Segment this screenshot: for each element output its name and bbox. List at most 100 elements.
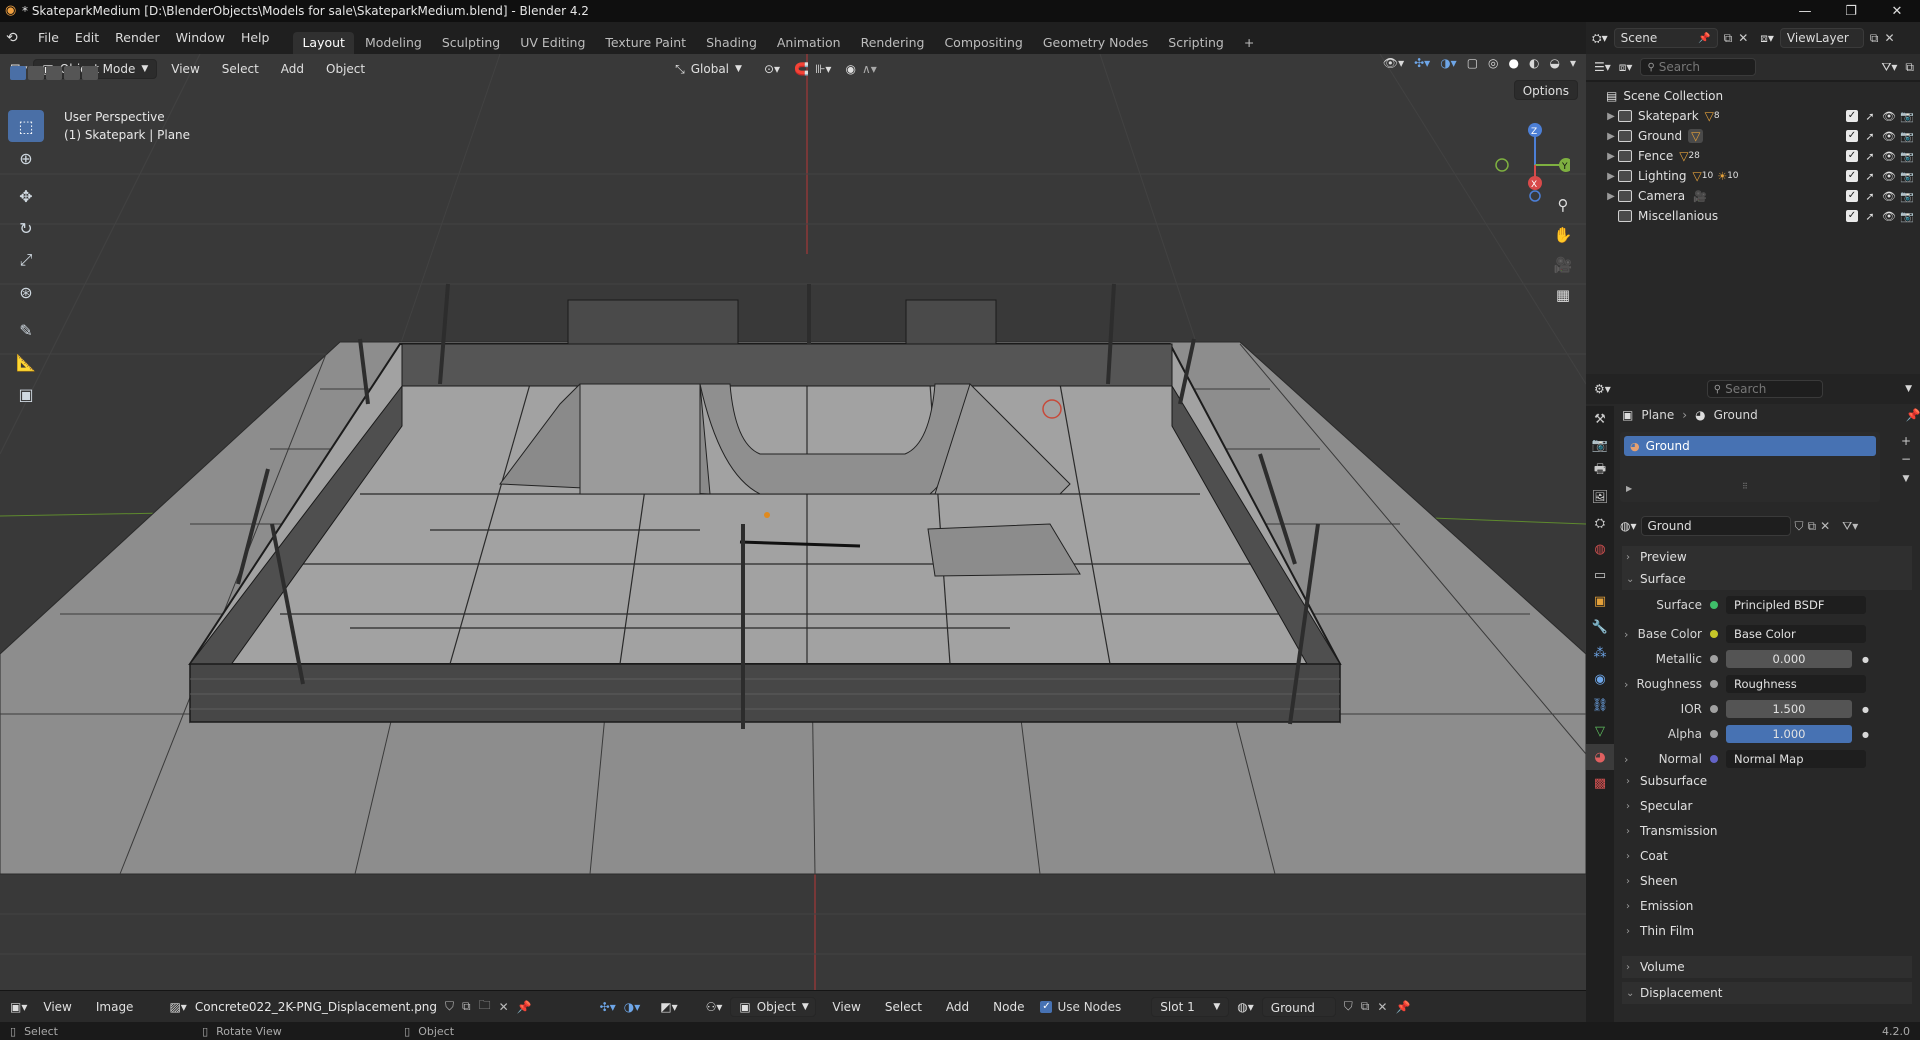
tab-rendering[interactable]: Rendering [852, 32, 934, 54]
3d-viewport[interactable]: ⊞▾ ▣ Object Mode ▼ View Select Add Objec… [0, 54, 1586, 990]
pin-icon[interactable]: 📌 [517, 1000, 532, 1014]
tab-compositing[interactable]: Compositing [935, 32, 1031, 54]
outliner-type-icon[interactable]: ☰▾ [1594, 60, 1611, 74]
tab-modeling[interactable]: Modeling [356, 32, 431, 54]
data-tab-icon[interactable]: ▽ [1586, 718, 1614, 744]
tab-geometry-nodes[interactable]: Geometry Nodes [1034, 32, 1157, 54]
menu-file[interactable]: File [30, 27, 67, 49]
duplicate-image-icon[interactable]: ⧉ [462, 999, 471, 1014]
slot-dropdown[interactable]: Slot 1 ▼ [1151, 996, 1230, 1017]
annotate-tool-icon[interactable]: ✎ [8, 314, 44, 346]
render-camera-icon[interactable]: 📷 [1900, 170, 1914, 183]
material-duplicate-icon[interactable]: ⧉ [1361, 999, 1370, 1014]
scene-icon[interactable]: ⛭▾ [1592, 31, 1608, 46]
subpanel-coat[interactable]: › Coat [1622, 849, 1668, 863]
slot-menu-icon[interactable]: ▼ [1896, 470, 1916, 492]
selectable-arrow-icon[interactable]: ➚ [1864, 190, 1876, 203]
add-cube-tool-icon[interactable]: ▣ [8, 378, 44, 410]
browse-material-icon[interactable]: ◍▾ [1620, 519, 1637, 533]
selectable-arrow-icon[interactable]: ➚ [1864, 130, 1876, 143]
tab-scripting[interactable]: Scripting [1159, 32, 1233, 54]
rendered-shading-icon[interactable]: ◒ [1549, 56, 1559, 70]
proportional-edit-icon[interactable]: ◉ [845, 62, 855, 76]
collection-tab-icon[interactable]: ▭ [1586, 562, 1614, 588]
outliner-search-field[interactable]: ⚲ Search [1640, 58, 1757, 76]
panel-displacement[interactable]: ⌄ Displacement [1622, 982, 1912, 1004]
fake-user-shield-icon[interactable]: ⛉ [1795, 519, 1804, 534]
view-layer-tab-icon[interactable]: 🖼 [1586, 484, 1614, 510]
base-color-field[interactable]: Base Color [1726, 625, 1866, 643]
navigation-gizmo[interactable]: Z Y X [1480, 112, 1570, 202]
rotate-tool-icon[interactable]: ↻ [8, 212, 44, 244]
expand-chevron-icon[interactable]: ▶ [1604, 151, 1618, 162]
visibility-eye-icon[interactable]: 👁 [1882, 210, 1896, 223]
fake-user-shield-icon[interactable]: ⛉ [445, 999, 454, 1014]
menu-help[interactable]: Help [233, 27, 278, 49]
material-fake-user-icon[interactable]: ⛉ [1344, 999, 1353, 1014]
overlay-icon[interactable]: ◑▾ [624, 1000, 641, 1014]
ior-slider[interactable]: 1.500 [1726, 700, 1852, 718]
node-menu-select[interactable]: Select [877, 997, 930, 1017]
falloff-icon[interactable]: ∧▾ [862, 62, 877, 76]
select-invert-icon[interactable] [64, 66, 80, 80]
include-checkbox[interactable]: ✓ [1846, 150, 1858, 162]
render-tab-icon[interactable]: 📷 [1586, 432, 1614, 458]
new-view-layer-icon[interactable]: ⧉ [1870, 31, 1879, 46]
tab-sculpting[interactable]: Sculpting [433, 32, 509, 54]
expand-chevron-icon[interactable]: › [1614, 678, 1634, 691]
material-pin-icon[interactable]: 📌 [1395, 1000, 1410, 1014]
menu-window[interactable]: Window [168, 27, 233, 49]
zoom-icon[interactable]: ⚲ [1550, 196, 1576, 226]
material-name-input[interactable]: Ground [1640, 516, 1791, 536]
use-nodes-checkbox[interactable]: ✓ Use Nodes [1040, 1000, 1121, 1014]
expand-chevron-icon[interactable]: › [1614, 753, 1634, 766]
solid-shading-icon[interactable]: ● [1509, 56, 1519, 70]
display-channel-icon[interactable]: ◩▾ [660, 1000, 677, 1014]
options-button[interactable]: Options [1513, 80, 1578, 100]
outliner-item-skatepark[interactable]: ▶ Skatepark ▽ 8 ✓ ➚ 👁 📷 [1586, 106, 1920, 126]
tab-shading[interactable]: Shading [697, 32, 766, 54]
new-collection-icon[interactable]: ⧉ [1905, 60, 1914, 75]
pivot-icon[interactable]: ⊙▾ [764, 62, 780, 76]
image-menu-view[interactable]: View [35, 997, 79, 1017]
transform-orientation-dropdown[interactable]: ⤡ Global ▼ [667, 59, 750, 79]
material-browse-icon[interactable]: ◍▾ [1237, 1000, 1254, 1014]
snap-icon[interactable]: 🧲 [794, 62, 809, 76]
surface-shader-field[interactable]: Principled BSDF [1726, 596, 1866, 614]
outliner-item-ground[interactable]: ▶ Ground ▽ ✓ ➚ 👁 📷 [1586, 126, 1920, 146]
subpanel-emission[interactable]: › Emission [1622, 899, 1693, 913]
select-box-icon[interactable] [10, 66, 26, 80]
expand-chevron-icon[interactable]: ▶ [1604, 171, 1618, 182]
selectable-arrow-icon[interactable]: ➚ [1864, 210, 1876, 223]
outliner-item-miscellanious[interactable]: Miscellanious ✓ ➚ 👁 📷 [1586, 206, 1920, 226]
panel-preview[interactable]: › Preview [1622, 546, 1912, 568]
visibility-eye-icon[interactable]: 👁 [1882, 150, 1896, 163]
display-mode-icon[interactable]: ⧈▾ [1619, 60, 1633, 75]
tab-texture-paint[interactable]: Texture Paint [596, 32, 695, 54]
menu-edit[interactable]: Edit [67, 27, 107, 49]
filter-icon[interactable]: ⛛▾ [1881, 60, 1897, 75]
scale-tool-icon[interactable]: ⤢ [8, 244, 44, 276]
perspective-toggle-icon[interactable]: ▦ [1550, 286, 1576, 316]
include-checkbox[interactable]: ✓ [1846, 130, 1858, 142]
material-slot-item[interactable]: ◕ Ground [1624, 436, 1876, 456]
new-scene-icon[interactable]: ⧉ [1724, 31, 1733, 46]
select-tool-icon[interactable]: ⬚ [8, 110, 44, 142]
scene-tab-icon[interactable]: ⛭ [1586, 510, 1614, 536]
expand-chevron-icon[interactable]: ▶ [1604, 111, 1618, 122]
measure-tool-icon[interactable]: 📐 [8, 346, 44, 378]
open-folder-icon[interactable]: 🗀 [479, 996, 491, 1017]
select-intersect-icon[interactable] [82, 66, 98, 80]
view-layer-icon[interactable]: ⧈▾ [1760, 31, 1774, 46]
subpanel-sheen[interactable]: › Sheen [1622, 874, 1678, 888]
include-checkbox[interactable]: ✓ [1846, 210, 1858, 222]
blender-menu-icon[interactable]: ⟲ [6, 30, 30, 46]
expand-chevron-icon[interactable]: ▶ [1604, 131, 1618, 142]
roughness-field[interactable]: Roughness [1726, 675, 1866, 693]
properties-type-icon[interactable]: ⚙▾ [1594, 382, 1611, 396]
render-camera-icon[interactable]: 📷 [1900, 150, 1914, 163]
expand-chevron-icon[interactable]: › [1614, 628, 1634, 641]
keyframe-dot-icon[interactable]: ● [1862, 655, 1869, 664]
scene-field[interactable]: Scene 📌 [1613, 28, 1718, 48]
keyframe-dot-icon[interactable]: ● [1862, 705, 1869, 714]
